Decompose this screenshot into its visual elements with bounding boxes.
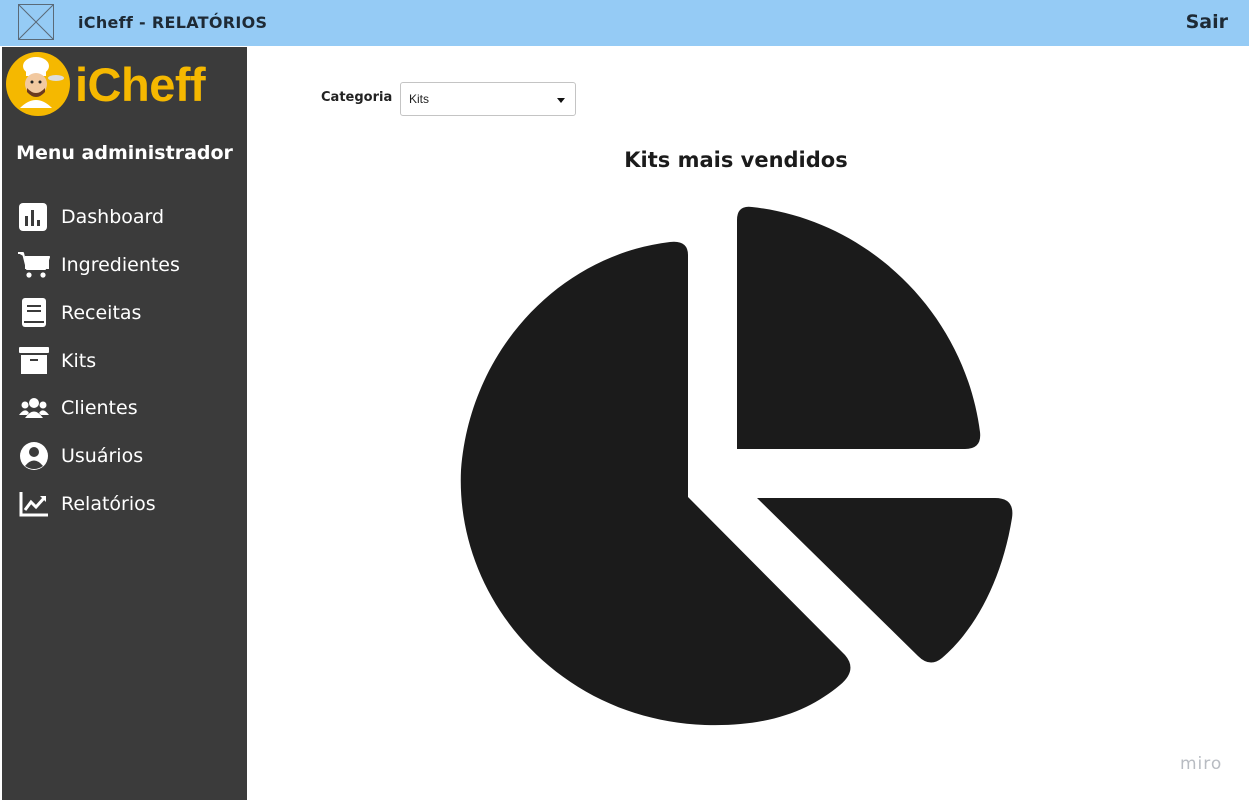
brand-logo-text: iCheff xyxy=(75,58,206,111)
sidebar-item-label: Clientes xyxy=(61,397,138,419)
sidebar-item-receitas[interactable]: Receitas xyxy=(18,296,238,330)
page-title: iCheff - RELATÓRIOS xyxy=(78,13,268,32)
chef-logo-icon xyxy=(6,52,70,116)
sidebar-item-dashboard[interactable]: Dashboard xyxy=(18,200,238,234)
caret-down-icon xyxy=(557,98,565,103)
category-select[interactable]: Kits xyxy=(400,82,576,116)
category-label: Categoria xyxy=(321,90,393,105)
sidebar-item-label: Dashboard xyxy=(61,206,165,228)
category-select-value: Kits xyxy=(409,92,430,106)
sidebar-item-label: Relatórios xyxy=(61,493,156,515)
sidebar-item-ingredientes[interactable]: Ingredientes xyxy=(18,248,238,282)
sidebar: iCheff Menu administrador Dashboard Ingr… xyxy=(2,47,247,800)
sidebar-item-label: Usuários xyxy=(61,445,144,467)
pie-chart-icon xyxy=(455,200,1025,730)
sidebar-item-relatorios[interactable]: Relatórios xyxy=(18,487,238,521)
menu-heading: Menu administrador xyxy=(16,142,233,164)
logout-button[interactable]: Sair xyxy=(1186,11,1228,33)
sidebar-item-label: Ingredientes xyxy=(61,254,180,276)
placeholder-image-icon xyxy=(18,4,54,40)
top-bar: iCheff - RELATÓRIOS Sair xyxy=(0,0,1249,46)
users-icon xyxy=(18,393,50,423)
bar-chart-icon xyxy=(18,202,50,232)
chart-title: Kits mais vendidos xyxy=(624,148,848,172)
pie-slice-top-right xyxy=(737,206,981,449)
sidebar-item-clientes[interactable]: Clientes xyxy=(18,391,238,425)
user-circle-icon xyxy=(18,441,50,471)
sidebar-item-label: Kits xyxy=(61,350,97,372)
sidebar-item-usuarios[interactable]: Usuários xyxy=(18,439,238,473)
archive-box-icon xyxy=(18,346,50,376)
shopping-cart-icon xyxy=(18,250,50,280)
sidebar-item-label: Receitas xyxy=(61,302,142,324)
miro-watermark: miro xyxy=(1180,754,1223,774)
sidebar-item-kits[interactable]: Kits xyxy=(18,344,238,378)
book-icon xyxy=(18,298,50,328)
line-chart-icon xyxy=(18,489,50,519)
